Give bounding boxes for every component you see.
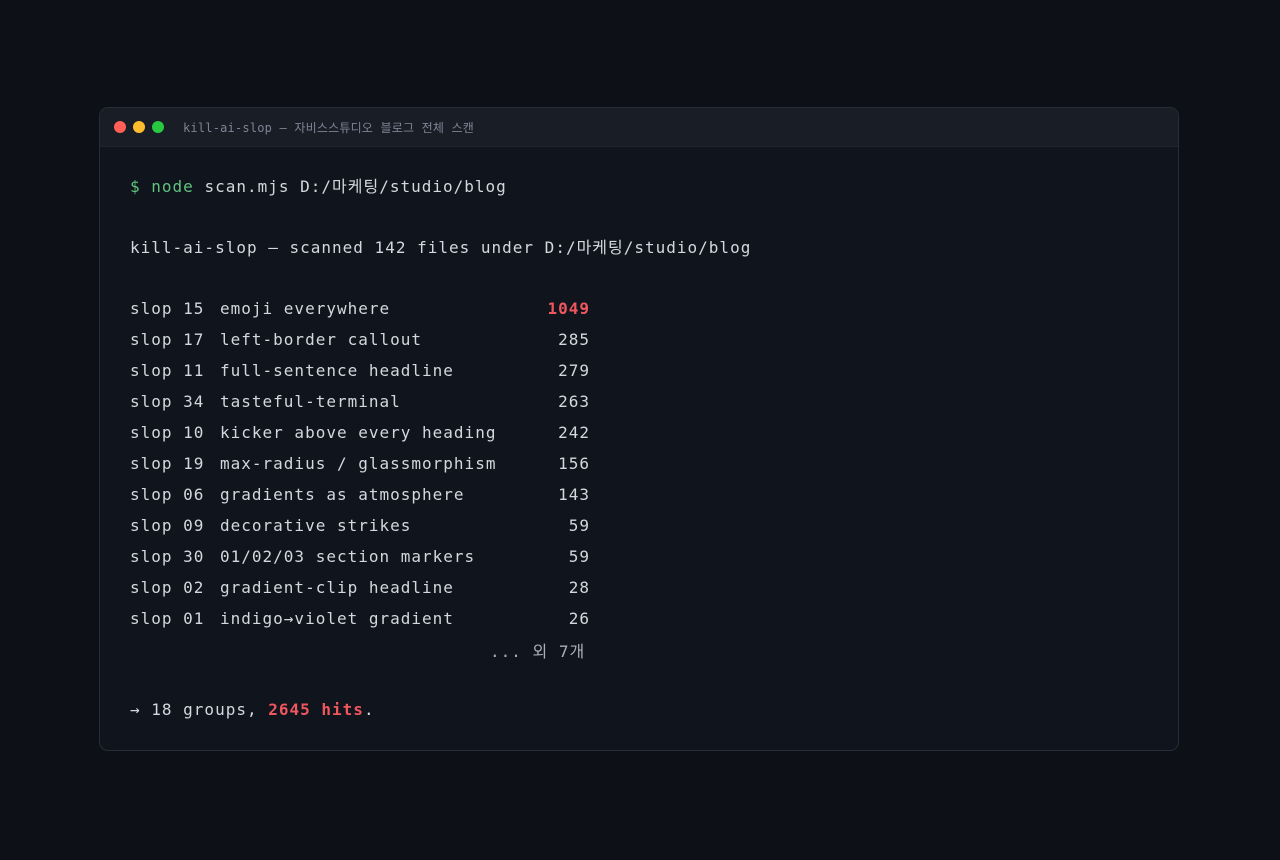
totals-suffix: . xyxy=(363,700,375,719)
command-args: scan.mjs D:/마케팅/studio/blog xyxy=(204,177,507,196)
result-count: 242 xyxy=(558,423,590,442)
more-results-note: ... 외 7개 xyxy=(490,642,586,661)
command-line: $ node scan.mjs D:/마케팅/studio/blog xyxy=(130,177,507,197)
result-count: 28 xyxy=(568,578,590,597)
maximize-window-button[interactable] xyxy=(152,121,164,133)
terminal-window: kill-ai-slop — 자비스스튜디오 블로그 전체 스캔 $ node … xyxy=(99,107,1179,751)
result-id: slop 11 xyxy=(130,361,205,380)
result-label: kicker above every heading xyxy=(220,423,497,442)
result-id: slop 19 xyxy=(130,454,205,473)
scan-summary: kill-ai-slop — scanned 142 files under D… xyxy=(130,238,752,257)
result-count: 156 xyxy=(558,454,590,473)
result-label: decorative strikes xyxy=(220,516,412,535)
result-count: 59 xyxy=(568,547,590,566)
result-label: gradients as atmosphere xyxy=(220,485,465,504)
window-title: kill-ai-slop — 자비스스튜디오 블로그 전체 스캔 xyxy=(183,120,475,135)
command-program: node xyxy=(151,177,194,196)
result-count: 1049 xyxy=(547,299,590,318)
result-label: gradient-clip headline xyxy=(220,578,454,597)
result-label: full-sentence headline xyxy=(220,361,454,380)
result-count: 279 xyxy=(558,361,590,380)
title-bar: kill-ai-slop — 자비스스튜디오 블로그 전체 스캔 xyxy=(100,108,1178,147)
result-id: slop 02 xyxy=(130,578,205,597)
prompt-symbol: $ xyxy=(130,177,141,196)
result-id: slop 17 xyxy=(130,330,205,349)
result-count: 59 xyxy=(568,516,590,535)
result-id: slop 06 xyxy=(130,485,205,504)
result-label: indigo→violet gradient xyxy=(220,609,454,628)
result-id: slop 30 xyxy=(130,547,205,566)
result-label: tasteful-terminal xyxy=(220,392,401,411)
result-label: emoji everywhere xyxy=(220,299,391,318)
result-id: slop 15 xyxy=(130,299,205,318)
result-label: 01/02/03 section markers xyxy=(220,547,476,566)
result-id: slop 01 xyxy=(130,609,205,628)
result-id: slop 10 xyxy=(130,423,205,442)
result-count: 285 xyxy=(558,330,590,349)
result-count: 143 xyxy=(558,485,590,504)
totals-prefix: → 18 groups, xyxy=(130,700,269,719)
close-window-button[interactable] xyxy=(114,121,126,133)
result-id: slop 34 xyxy=(130,392,205,411)
totals-line: → 18 groups, 2645 hits. xyxy=(130,700,375,720)
result-label: left-border callout xyxy=(220,330,423,349)
total-hits: 2645 hits xyxy=(268,700,364,719)
result-id: slop 09 xyxy=(130,516,205,535)
result-count: 26 xyxy=(568,609,590,628)
minimize-window-button[interactable] xyxy=(133,121,145,133)
result-label: max-radius / glassmorphism xyxy=(220,454,497,473)
result-count: 263 xyxy=(558,392,590,411)
